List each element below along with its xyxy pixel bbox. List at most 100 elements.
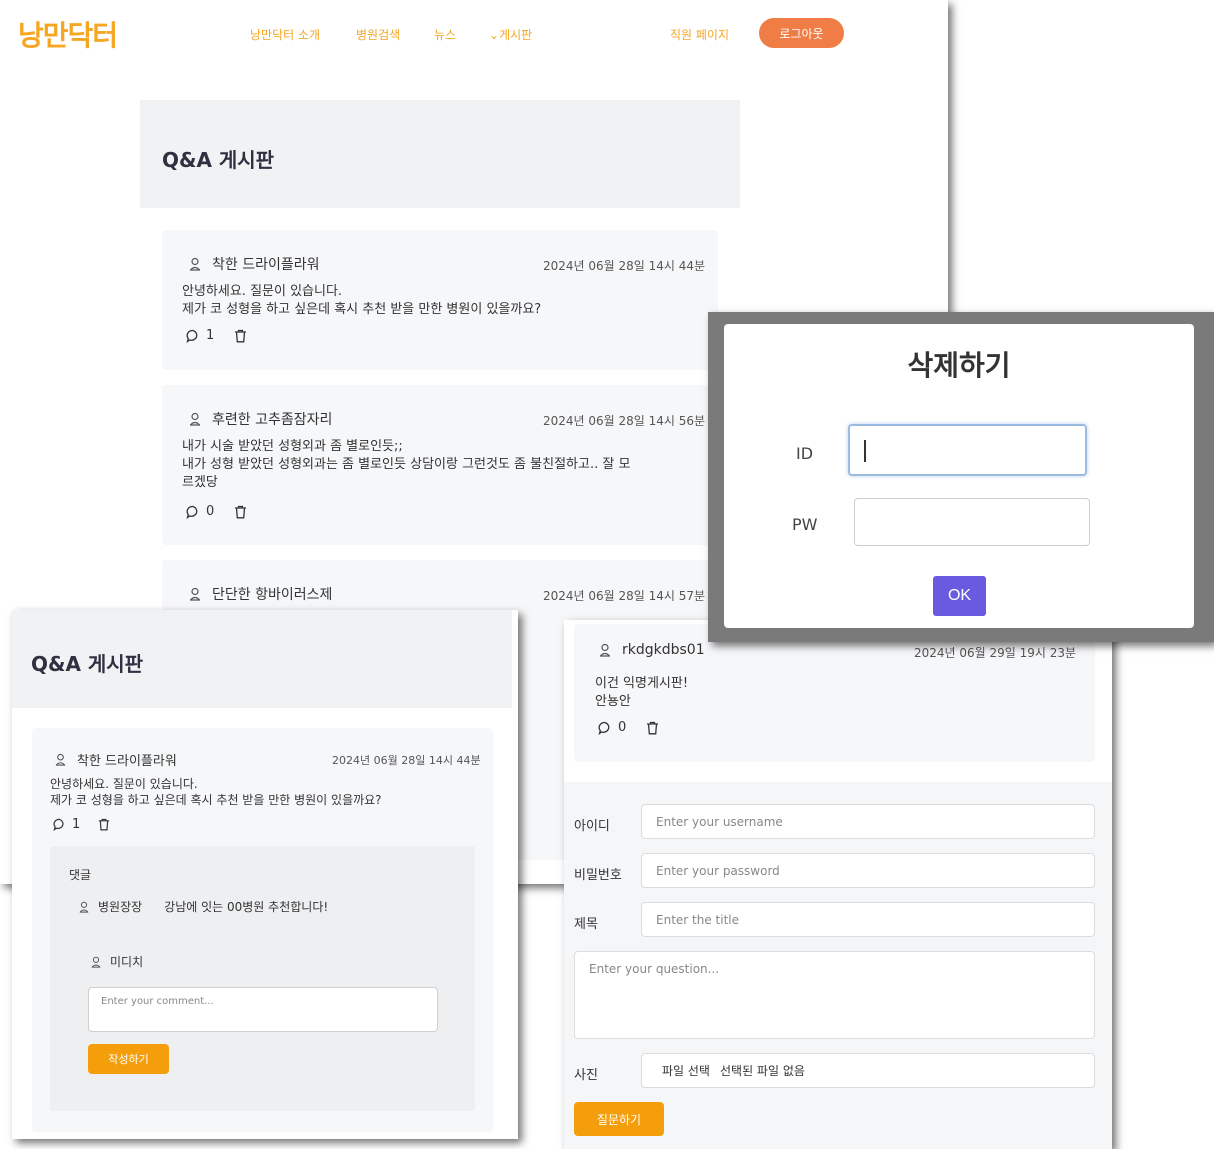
nav-staff-page[interactable]: 직원 페이지 [670, 26, 729, 43]
post-author: 착한 드라이플라워 [188, 254, 320, 274]
board-header: Q&A 게시판 [140, 100, 740, 208]
nav-news[interactable]: 뉴스 [434, 26, 456, 43]
username-label: 아이디 [574, 819, 610, 834]
comment-count: 1 [206, 328, 215, 343]
post-line: 안뇽안 [595, 694, 631, 709]
post-line: 안녕하세요. 질문이 있습니다. [50, 777, 198, 791]
photo-label: 사진 [574, 1068, 598, 1083]
board-header: Q&A 게시판 [12, 610, 512, 708]
delete-modal: 삭제하기 ID PW OK [724, 324, 1194, 628]
pw-label: PW [792, 515, 818, 534]
file-select-button[interactable]: 파일 선택 [662, 1062, 710, 1079]
title-label: 제목 [574, 917, 598, 932]
post-author-name: rkdgkdbs01 [622, 642, 705, 658]
comment-author: 병원장장 [98, 900, 143, 914]
comment-count: 1 [72, 817, 81, 832]
comment-icon[interactable] [53, 818, 66, 831]
user-icon [190, 587, 200, 601]
logout-button[interactable]: 로그아웃 [759, 18, 844, 48]
text-cursor [864, 440, 866, 462]
trash-icon[interactable] [98, 818, 110, 831]
post-date: 2024년 06월 28일 14시 57분 [543, 589, 706, 603]
user-icon [91, 956, 101, 968]
post-card[interactable]: 착한 드라이플라워 2024년 06월 28일 14시 44분 안녕하세요. 질… [32, 728, 493, 1132]
comment-icon[interactable] [598, 721, 612, 735]
comment-count: 0 [618, 720, 627, 735]
post-line: 안녕하세요. 질문이 있습니다. [182, 284, 343, 299]
title-input[interactable]: Enter the title [641, 902, 1095, 937]
password-input[interactable]: Enter your password [641, 853, 1095, 888]
post-content: 이건 익명게시판! 안뇽안 [595, 675, 688, 711]
comment-input[interactable]: Enter your comment... [88, 987, 438, 1032]
user-icon [79, 901, 89, 913]
user-icon [55, 753, 66, 766]
post-line: 이건 익명게시판! [595, 676, 689, 691]
username-input[interactable]: Enter your username [641, 804, 1095, 839]
post-content: 안녕하세요. 질문이 있습니다. 제가 코 성형을 하고 싶은데 혹시 추천 받… [50, 776, 382, 808]
post-author: 착한 드라이플라워 [54, 750, 177, 769]
comment-text: 강남에 잇는 00병원 추천합니다! [164, 900, 329, 914]
question-textarea[interactable]: Enter your question... [574, 951, 1095, 1039]
board-title: Q&A 게시판 [31, 652, 144, 676]
trash-icon[interactable] [234, 329, 247, 343]
post-author-name: 단단한 항바이러스제 [212, 587, 333, 603]
submit-comment-button[interactable]: 작성하기 [88, 1044, 169, 1074]
post-content: 안녕하세요. 질문이 있습니다. 제가 코 성형을 하고 싶은데 혹시 추천 받… [182, 283, 541, 319]
pw-input[interactable] [854, 498, 1090, 546]
post-actions: 1 [53, 817, 110, 832]
post-date: 2024년 06월 28일 14시 56분 [543, 414, 706, 428]
comments-heading: 댓글 [69, 868, 92, 882]
id-input[interactable] [848, 424, 1087, 476]
trash-icon[interactable] [234, 505, 247, 519]
trash-icon[interactable] [646, 721, 659, 735]
password-label: 비밀번호 [574, 868, 622, 883]
id-label: ID [796, 444, 814, 463]
post-date: 2024년 06월 28일 14시 44분 [543, 259, 706, 273]
nav-about[interactable]: 낭만닥터 소개 [250, 26, 320, 43]
post-actions: 0 [186, 504, 247, 519]
post-author: 단단한 항바이러스제 [188, 584, 332, 604]
post-author: rkdgkdbs01 [598, 642, 705, 658]
writer-name: 미디치 [110, 955, 144, 969]
file-input[interactable]: 파일 선택 선택된 파일 없음 [641, 1053, 1095, 1088]
nav-board[interactable]: ⌄게시판 [489, 26, 532, 43]
comment-view-window: Q&A 게시판 착한 드라이플라워 2024년 06월 28일 14시 44분 … [12, 610, 518, 1139]
post-author-name: 착한 드라이플라워 [212, 257, 320, 273]
file-status: 선택된 파일 없음 [719, 1064, 805, 1078]
comment-icon[interactable] [186, 329, 200, 343]
user-icon [190, 412, 200, 426]
comment-icon[interactable] [186, 505, 200, 519]
post-actions: 0 [598, 720, 659, 735]
post-date: 2024년 06월 29일 19시 23분 [914, 646, 1077, 660]
post-line: 내가 시술 받았던 성형외과 좀 별로인듯;; [182, 439, 403, 454]
post-content: 내가 시술 받았던 성형외과 좀 별로인듯;; 내가 성형 받았던 성형외과는 … [182, 438, 630, 492]
question-form-window: rkdgkdbs01 2024년 06월 29일 19시 23분 이건 익명게시… [564, 620, 1112, 1149]
modal-title: 삭제하기 [907, 349, 1011, 382]
ask-question-button[interactable]: 질문하기 [574, 1102, 664, 1136]
post-line: 내가 성형 받았던 성형외과는 좀 별로인듯 상담이랑 그런것도 좀 불친절하고… [182, 457, 631, 472]
post-date: 2024년 06월 28일 14시 44분 [332, 754, 481, 767]
delete-modal-window: 삭제하기 ID PW OK [708, 312, 1214, 642]
user-icon [600, 643, 610, 657]
post-author: 후련한 고추좀잠자리 [188, 409, 332, 429]
chevron-down-icon: ⌄ [489, 28, 500, 42]
post-line: 제가 코 성형을 하고 싶은데 혹시 추천 받을 만한 병원이 있을까요? [50, 793, 382, 807]
post-author-name: 착한 드라이플라워 [77, 754, 177, 769]
ok-button[interactable]: OK [933, 576, 986, 616]
post-card[interactable]: 착한 드라이플라워 2024년 06월 28일 14시 44분 안녕하세요. 질… [162, 230, 718, 370]
nav-board-label: 게시판 [499, 28, 533, 42]
post-card[interactable]: rkdgkdbs01 2024년 06월 29일 19시 23분 이건 익명게시… [574, 624, 1095, 762]
comment-item: 병원장장 강남에 잇는 00병원 추천합니다! [78, 898, 328, 915]
board-title: Q&A 게시판 [162, 148, 275, 172]
post-line: 제가 코 성형을 하고 싶은데 혹시 추천 받을 만한 병원이 있을까요? [182, 302, 542, 317]
post-card[interactable]: 후련한 고추좀잠자리 2024년 06월 28일 14시 56분 내가 시술 받… [162, 385, 718, 545]
site-logo[interactable]: 낭만닥터 [18, 14, 118, 54]
post-author-name: 후련한 고추좀잠자리 [212, 412, 333, 428]
post-line: 르겠당 [182, 475, 218, 490]
comment-count: 0 [206, 504, 215, 519]
user-icon [190, 257, 200, 271]
comment-writer: 미디치 [90, 953, 143, 970]
comment-section: 댓글 병원장장 강남에 잇는 00병원 추천합니다! 미디치 Enter you… [50, 846, 475, 1111]
post-actions: 1 [186, 328, 247, 343]
nav-hospital-search[interactable]: 병원검색 [356, 26, 400, 43]
